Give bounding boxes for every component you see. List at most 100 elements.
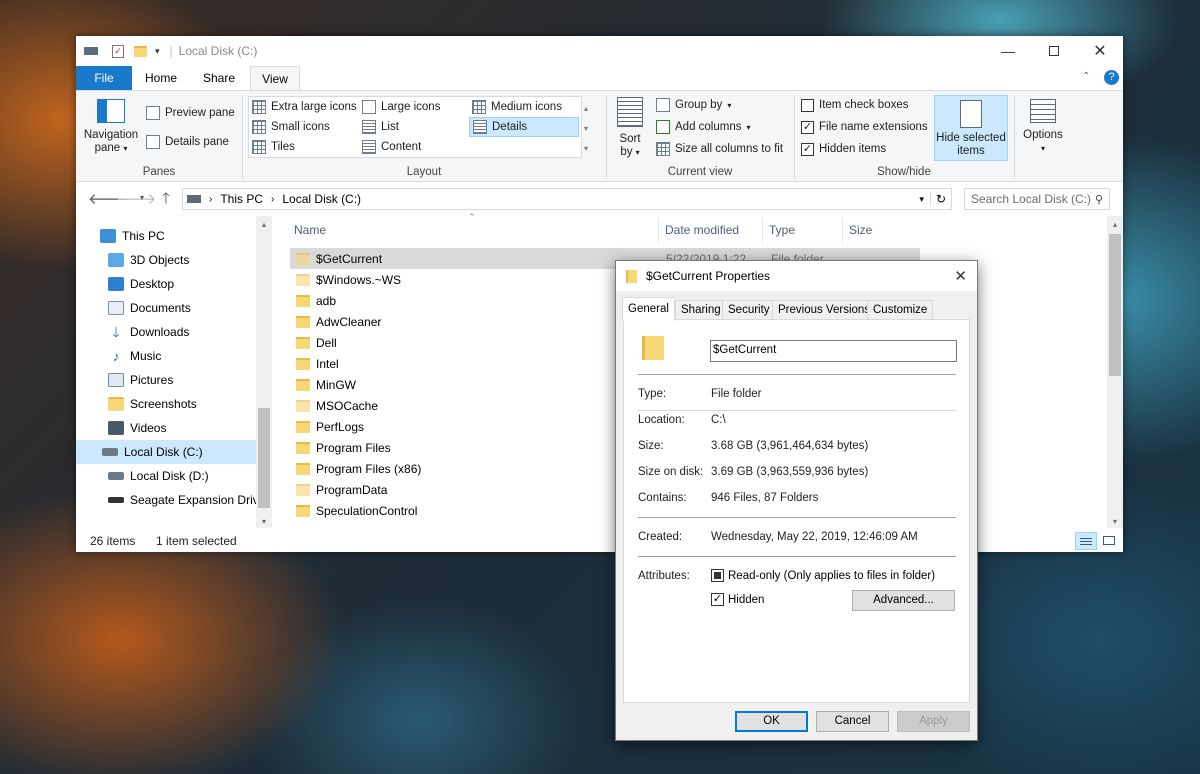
gallery-up-icon: ▴	[584, 104, 589, 113]
breadcrumb-drive[interactable]: Local Disk (C:)	[282, 192, 361, 206]
ribbon-tabs: File Home Share View ⌃ ?	[76, 66, 1123, 91]
properties-check-icon[interactable]: ✓	[112, 44, 124, 58]
hidden-items-toggle[interactable]: ✓ Hidden items	[801, 139, 886, 159]
nav-item-local-disk-c[interactable]: Local Disk (C:)	[76, 440, 256, 464]
attributes-label: Attributes:	[638, 570, 690, 582]
navigation-pane-button[interactable]: Navigation pane ▾	[82, 99, 140, 155]
tab-share[interactable]: Share	[194, 66, 244, 90]
details-option[interactable]: Details	[469, 117, 579, 137]
file-name-extensions-toggle[interactable]: ✓ File name extensions	[801, 117, 928, 137]
nav-item-this-pc[interactable]: This PC	[76, 224, 256, 248]
collapse-ribbon-icon[interactable]: ⌃	[1082, 71, 1090, 82]
hidden-checkbox[interactable]: ✓	[711, 593, 724, 606]
sort-by-button[interactable]: Sort by ▾	[612, 97, 648, 159]
tab-sharing[interactable]: Sharing	[675, 300, 727, 320]
nav-item-documents[interactable]: Documents	[76, 296, 256, 320]
tab-customize[interactable]: Customize	[867, 300, 934, 320]
folder-name-input[interactable]: $GetCurrent	[710, 340, 957, 362]
readonly-checkbox[interactable]	[711, 569, 724, 582]
panes-group-label: Panes	[142, 166, 176, 178]
close-button[interactable]: ✕	[1077, 36, 1123, 66]
nav-item-seagate-drive[interactable]: Seagate Expansion Drive	[76, 488, 256, 512]
tab-view[interactable]: View	[250, 66, 300, 91]
scroll-thumb[interactable]	[1109, 234, 1121, 376]
address-bar[interactable]: › This PC › Local Disk (C:) ▾ ↻	[182, 188, 952, 210]
nav-item-pictures[interactable]: Pictures	[76, 368, 256, 392]
nav-item-screenshots[interactable]: Screenshots	[76, 392, 256, 416]
details-view-toggle[interactable]	[1075, 532, 1097, 550]
list-option[interactable]: List	[362, 117, 399, 137]
nav-item-label: Pictures	[130, 373, 174, 387]
column-header-date-modified[interactable]: Date modified	[659, 218, 763, 242]
forward-button[interactable]: 🡒	[116, 189, 156, 208]
nav-item-downloads[interactable]: 🡓 Downloads	[76, 320, 256, 344]
large-icons-view-toggle[interactable]	[1100, 532, 1118, 550]
recent-locations-icon[interactable]: ▾	[140, 193, 144, 202]
column-header-name[interactable]: Name	[288, 218, 659, 242]
new-folder-icon[interactable]	[134, 45, 147, 57]
extra-large-icons-option[interactable]: Extra large icons	[252, 97, 357, 117]
maximize-button[interactable]	[1031, 36, 1077, 66]
tab-file[interactable]: File	[76, 66, 132, 90]
customize-qat-icon[interactable]: ▾	[155, 46, 160, 57]
video-icon	[108, 421, 124, 435]
nav-item-local-disk-d[interactable]: Local Disk (D:)	[76, 464, 256, 488]
column-header-size[interactable]: Size	[843, 218, 923, 242]
minimize-button[interactable]: —	[985, 36, 1031, 66]
created-value: Wednesday, May 22, 2019, 12:46:09 AM	[711, 531, 918, 543]
item-check-boxes-checkbox[interactable]	[801, 98, 814, 112]
nav-item-label: Documents	[130, 301, 191, 315]
cube-icon	[108, 253, 124, 267]
scroll-down-icon[interactable]: ▾	[1107, 517, 1123, 526]
up-button[interactable]: 🡑	[162, 188, 170, 213]
content-scrollbar[interactable]: ▴ ▾	[1107, 216, 1123, 528]
refresh-icon[interactable]: ↻	[929, 192, 951, 206]
size-all-columns-button[interactable]: Size all columns to fit	[656, 139, 783, 159]
medium-icons-option[interactable]: Medium icons	[472, 97, 562, 117]
file-name: ProgramData	[316, 482, 388, 497]
hide-selected-items-button[interactable]: Hide selected items	[934, 95, 1008, 161]
dropdown-arrow-icon: ▾	[727, 100, 732, 110]
cancel-button[interactable]: Cancel	[816, 711, 889, 732]
group-by-button[interactable]: Group by ▾	[656, 95, 731, 115]
content-option[interactable]: Content	[362, 137, 421, 157]
advanced-button[interactable]: Advanced...	[852, 590, 955, 611]
search-input[interactable]: Search Local Disk (C:) ⚲	[964, 188, 1110, 210]
nav-item-videos[interactable]: Videos	[76, 416, 256, 440]
details-pane-label: Details pane	[165, 136, 229, 148]
nav-item-3d-objects[interactable]: 3D Objects	[76, 248, 256, 272]
extra-large-icons-label: Extra large icons	[271, 101, 357, 113]
hidden-checkbox-row[interactable]: ✓ Hidden	[711, 593, 764, 606]
scroll-up-icon[interactable]: ▴	[256, 216, 272, 229]
scroll-down-icon[interactable]: ▾	[256, 517, 272, 526]
ok-button[interactable]: OK	[735, 711, 808, 732]
preview-pane-button[interactable]: Preview pane	[146, 103, 235, 123]
address-dropdown-icon[interactable]: ▾	[919, 194, 924, 205]
folder-icon	[296, 273, 310, 286]
add-columns-button[interactable]: Add columns ▾	[656, 117, 751, 137]
tab-security[interactable]: Security	[722, 300, 776, 320]
nav-item-desktop[interactable]: Desktop	[76, 272, 256, 296]
help-icon[interactable]: ?	[1104, 70, 1119, 85]
readonly-checkbox-row[interactable]: Read-only (Only applies to files in fold…	[711, 569, 935, 582]
breadcrumb-this-pc[interactable]: This PC	[220, 192, 263, 206]
options-button[interactable]: Options ▾	[1018, 99, 1068, 155]
tab-previous-versions[interactable]: Previous Versions	[772, 300, 877, 320]
scroll-thumb[interactable]	[258, 408, 270, 508]
hidden-items-checkbox[interactable]: ✓	[801, 142, 814, 156]
file-name-extensions-checkbox[interactable]: ✓	[801, 120, 814, 134]
dialog-close-button[interactable]: ✕	[954, 267, 967, 285]
scroll-up-icon[interactable]: ▴	[1107, 216, 1123, 229]
details-pane-button[interactable]: Details pane	[146, 132, 229, 152]
item-check-boxes-toggle[interactable]: Item check boxes	[801, 95, 908, 115]
tiles-option[interactable]: Tiles	[252, 137, 295, 157]
layout-gallery-scroll[interactable]: ▴ ▾ ▾	[584, 99, 588, 159]
apply-button[interactable]: Apply	[897, 711, 970, 732]
nav-item-music[interactable]: ♪ Music	[76, 344, 256, 368]
small-icons-option[interactable]: Small icons	[252, 117, 330, 137]
large-icons-option[interactable]: Large icons	[362, 97, 440, 117]
tab-home[interactable]: Home	[136, 66, 186, 90]
nav-pane-scrollbar[interactable]: ▴ ▾	[256, 216, 272, 528]
tab-general[interactable]: General	[622, 297, 675, 321]
column-header-type[interactable]: Type	[763, 218, 843, 242]
